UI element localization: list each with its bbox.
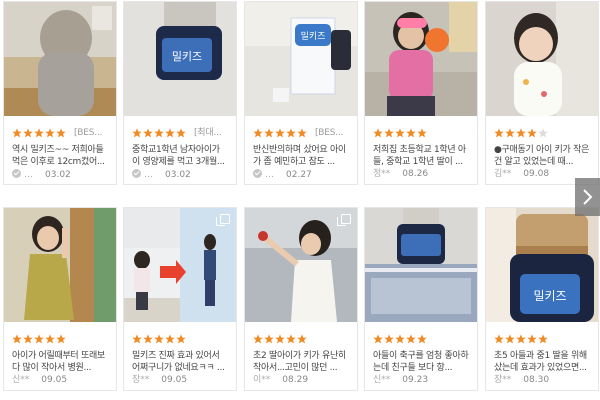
review-date: 09.05 — [41, 375, 68, 385]
review-text[interactable]: 역시 밀키즈~~ 저희아들 먹은 이후로 12cm컸어... — [12, 144, 110, 168]
option-badge: [BES... — [74, 128, 103, 138]
review-date: 09.05 — [161, 375, 188, 385]
svg-text:밀키즈: 밀키즈 — [301, 30, 326, 42]
review-date: 03.02 — [45, 170, 71, 180]
review-photo[interactable] — [365, 208, 477, 322]
star-rating — [253, 128, 308, 139]
reviewer-name: 신** — [373, 375, 391, 385]
review-date: 08.26 — [402, 169, 429, 179]
reviewer-name: 이** — [253, 375, 271, 385]
svg-text:밀키즈: 밀키즈 — [533, 289, 566, 303]
review-card[interactable]: 아이가 어릴때부터 또래보다 많이 작아서 병원... 신** 09.05 — [3, 207, 117, 391]
multi-photo-icon — [216, 214, 230, 226]
verified-check-icon — [253, 169, 262, 178]
review-photo[interactable]: 밀키즈 — [486, 208, 598, 322]
review-card[interactable]: 밀키즈 진짜 효과 있어서 어쩌구니가 없네요ㅋㅋ ... 장** 09.05 — [123, 207, 237, 391]
review-text[interactable]: 아들이 축구를 엄청 좋아하는데 친구들 보다 항... — [373, 350, 471, 374]
reviewer-name: … — [265, 170, 274, 180]
review-text[interactable]: 아이가 어릴때부터 또래보다 많이 작아서 병원... — [12, 350, 110, 374]
review-meta: 장** 09.05 — [132, 375, 187, 386]
next-button[interactable] — [575, 178, 600, 216]
review-meta: 정** 08.26 — [373, 169, 428, 180]
review-card[interactable]: 초2 딸아이가 키가 유난히 작아서...고민이 많던 ... 이** 08.29 — [244, 207, 358, 391]
review-photo[interactable] — [365, 2, 477, 116]
review-text[interactable]: 초2 딸아이가 키가 유난히 작아서...고민이 많던 ... — [253, 350, 351, 374]
star-rating — [132, 128, 187, 139]
chevron-right-icon — [583, 189, 593, 205]
verified-check-icon — [12, 169, 21, 178]
reviewer-name: 김** — [494, 169, 512, 179]
review-date: 08.30 — [523, 375, 550, 385]
review-photo[interactable]: 밀키즈 — [124, 2, 236, 116]
star-rating — [12, 128, 67, 139]
review-card[interactable]: 밀키즈 [BES... 반신반의하며 샀어요 아이가 좀 예민하고 잠도 ... … 0… — [244, 1, 358, 185]
star-rating — [373, 128, 428, 139]
review-card[interactable]: 밀키즈 [최대... 중학교1학년 남자아이가 이 영양제를 먹고 3개월... … 0… — [123, 1, 237, 185]
star-rating — [132, 334, 187, 345]
verified-check-icon — [132, 169, 141, 178]
review-meta: … 02.27 — [253, 169, 312, 181]
review-date: 08.29 — [282, 375, 309, 385]
reviewer-name: … — [24, 170, 33, 180]
review-text[interactable]: 초5 아들과 중1 딸을 위해 샀는데 효과가 있었으면... — [494, 350, 592, 374]
star-rating — [12, 334, 67, 345]
review-date: 02.27 — [286, 170, 312, 180]
reviewer-name: 장** — [132, 375, 150, 385]
review-date: 09.08 — [523, 169, 550, 179]
review-card[interactable]: 밀키즈초5 아들과 중1 딸을 위해 샀는데 효과가 있었으면... 장** 08.… — [485, 207, 599, 391]
review-text[interactable]: 저희집 초등학교 1학년 아들, 중학교 1학년 딸이 ... — [373, 144, 471, 168]
review-photo[interactable]: 밀키즈 — [245, 2, 357, 116]
review-meta: 장** 08.30 — [494, 375, 549, 386]
review-photo[interactable] — [4, 2, 116, 116]
review-meta: … 03.02 — [132, 169, 191, 181]
review-meta: 이** 08.29 — [253, 375, 308, 386]
review-text[interactable]: ●구매동기 아이 키가 작은건 알고 있었는데 때... — [494, 144, 592, 168]
option-badge: [최대... — [194, 128, 222, 138]
review-date: 03.02 — [165, 170, 191, 180]
review-photo[interactable] — [124, 208, 236, 322]
reviewer-name: 정** — [373, 169, 391, 179]
star-rating — [494, 334, 549, 345]
option-badge: [BES... — [315, 128, 344, 138]
star-rating — [494, 128, 549, 139]
star-rating — [373, 334, 428, 345]
review-card[interactable]: 저희집 초등학교 1학년 아들, 중학교 1학년 딸이 ... 정** 08.26 — [364, 1, 478, 185]
svg-text:밀키즈: 밀키즈 — [172, 50, 202, 63]
multi-photo-icon — [337, 214, 351, 226]
review-card[interactable]: ●구매동기 아이 키가 작은건 알고 있었는데 때... 김** 09.08 — [485, 1, 599, 185]
review-text[interactable]: 반신반의하며 샀어요 아이가 좀 예민하고 잠도 ... — [253, 144, 351, 168]
review-text[interactable]: 중학교1학년 남자아이가 이 영양제를 먹고 3개월... — [132, 144, 230, 168]
review-card[interactable]: [BES... 역시 밀키즈~~ 저희아들 먹은 이후로 12cm컸어... … 03… — [3, 1, 117, 185]
review-photo[interactable] — [245, 208, 357, 322]
review-card[interactable]: 아들이 축구를 엄청 좋아하는데 친구들 보다 항... 신** 09.23 — [364, 207, 478, 391]
review-photo[interactable] — [4, 208, 116, 322]
reviewer-name: 신** — [12, 375, 30, 385]
star-rating — [253, 334, 308, 345]
review-date: 09.23 — [402, 375, 429, 385]
review-meta: 신** 09.23 — [373, 375, 428, 386]
reviewer-name: … — [144, 170, 153, 180]
review-meta: 김** 09.08 — [494, 169, 549, 180]
review-photo[interactable] — [486, 2, 598, 116]
review-meta: … 03.02 — [12, 169, 71, 181]
reviewer-name: 장** — [494, 375, 512, 385]
review-text[interactable]: 밀키즈 진짜 효과 있어서 어쩌구니가 없네요ㅋㅋ ... — [132, 350, 230, 374]
review-meta: 신** 09.05 — [12, 375, 67, 386]
